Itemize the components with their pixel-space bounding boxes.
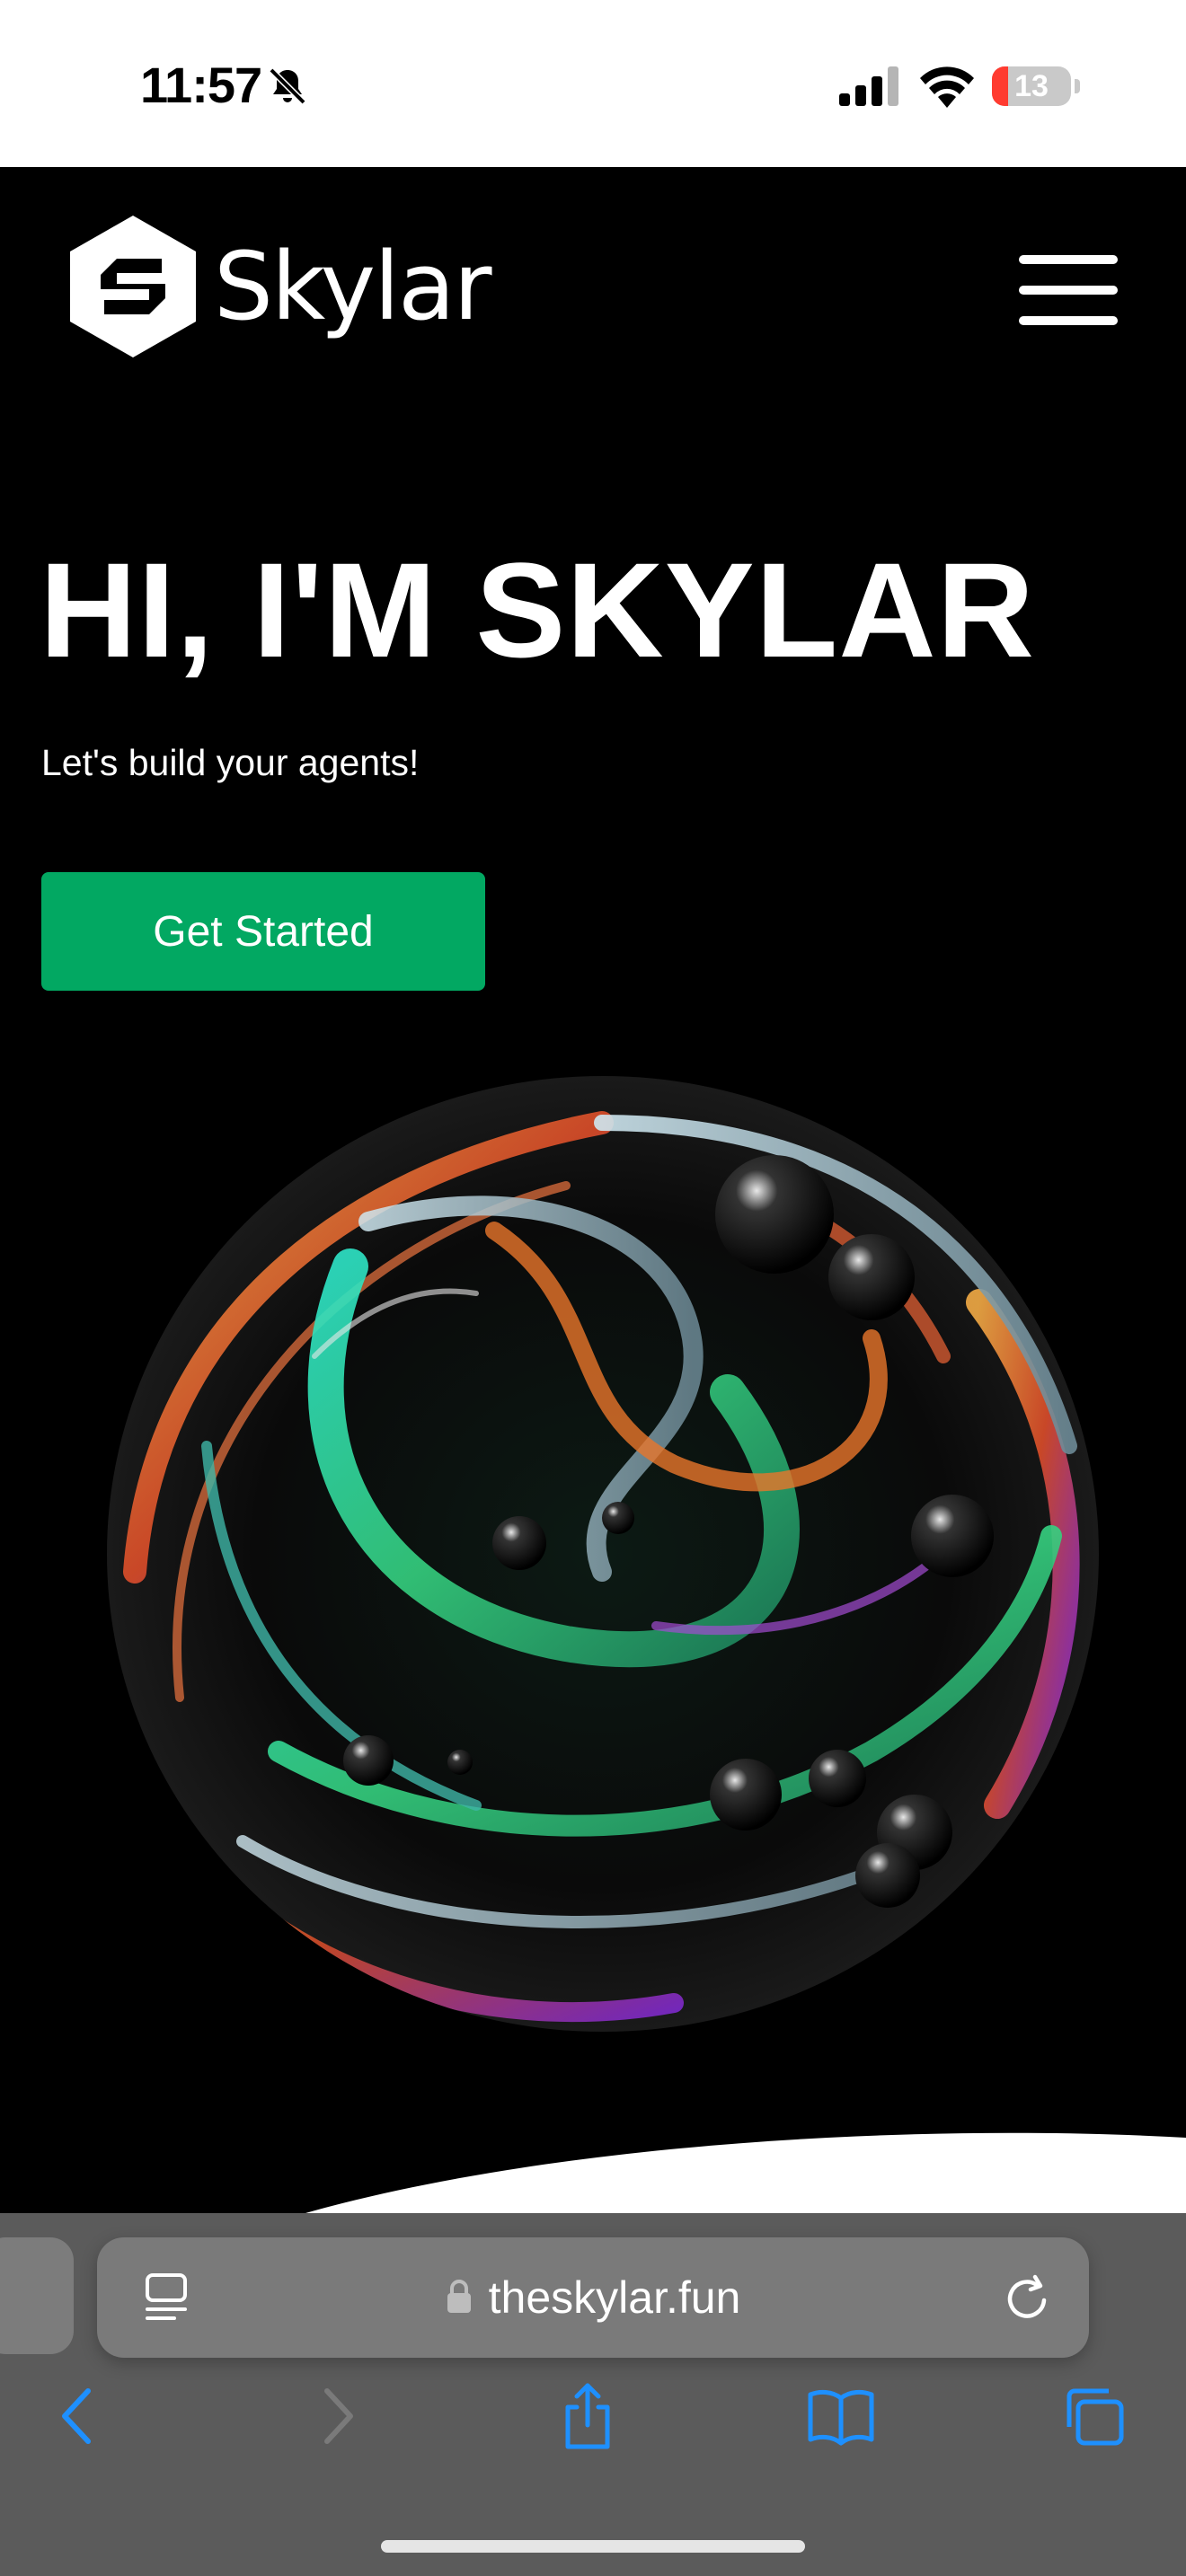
wifi-icon bbox=[920, 66, 974, 108]
hero-title: HI, I'M SKYLAR bbox=[40, 534, 1036, 685]
brand-logo-link[interactable]: Skylar bbox=[65, 212, 491, 361]
hero-subtitle: Let's build your agents! bbox=[41, 742, 420, 783]
address-bar[interactable]: theskylar.fun bbox=[97, 2237, 1089, 2358]
home-indicator[interactable] bbox=[381, 2540, 805, 2553]
site-header: Skylar bbox=[0, 167, 1186, 419]
battery-icon: 13 bbox=[992, 66, 1071, 106]
status-bar: 11:57 13 bbox=[0, 0, 1186, 167]
brand-name: Skylar bbox=[214, 232, 491, 341]
reload-icon[interactable] bbox=[1001, 2272, 1055, 2325]
battery-level: 13 bbox=[1014, 69, 1049, 103]
battery-nub bbox=[1075, 79, 1080, 93]
section-divider-curve bbox=[305, 2132, 1186, 2213]
menu-line bbox=[1019, 316, 1118, 325]
lock-icon bbox=[447, 2280, 471, 2313]
menu-line bbox=[1019, 286, 1118, 295]
bell-slash-icon bbox=[269, 67, 306, 105]
previous-tab-preview[interactable] bbox=[0, 2237, 74, 2354]
status-time: 11:57 bbox=[140, 57, 262, 113]
hamburger-menu-icon[interactable] bbox=[1019, 255, 1118, 325]
get-started-button[interactable]: Get Started bbox=[41, 872, 485, 991]
iridescent-orb-image bbox=[107, 1076, 1099, 2032]
menu-line bbox=[1019, 255, 1118, 264]
tabs-icon[interactable] bbox=[1058, 2380, 1130, 2452]
share-icon[interactable] bbox=[552, 2380, 624, 2452]
cellular-signal-icon bbox=[839, 66, 898, 106]
url-text: theskylar.fun bbox=[488, 2272, 741, 2323]
skylar-logo-icon bbox=[70, 216, 196, 357]
bookmarks-icon[interactable] bbox=[805, 2380, 877, 2452]
url-display: theskylar.fun bbox=[97, 2237, 1089, 2358]
forward-icon[interactable] bbox=[302, 2380, 374, 2452]
back-icon[interactable] bbox=[41, 2380, 113, 2452]
